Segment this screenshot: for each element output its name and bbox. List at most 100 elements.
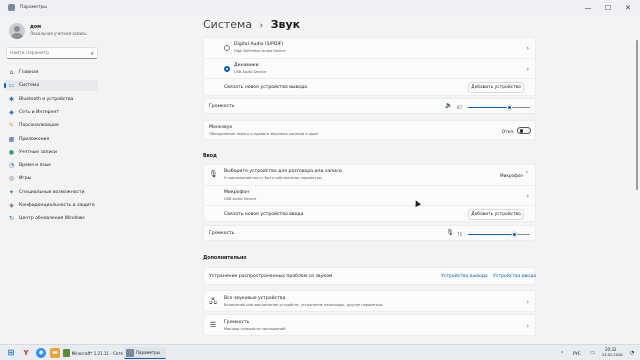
accessibility-icon: ✦ — [8, 188, 15, 196]
yandex-browser-icon[interactable]: Y — [21, 348, 31, 358]
scrollbar[interactable] — [636, 40, 638, 190]
settings-app-icon — [8, 4, 15, 11]
troubleshoot-output-link[interactable]: Устройства вывода — [441, 274, 488, 279]
sidebar-item-label: Учетные записи — [19, 149, 57, 155]
clock-date[interactable]: 23.02.2026 — [602, 353, 623, 357]
page-title: Звук — [270, 18, 301, 31]
sidebar-item-personalization[interactable]: ✎ Персонализация — [4, 120, 98, 131]
sidebar-item-network[interactable]: ◆ Сеть и Интернет — [4, 107, 98, 118]
sidebar-item-privacy[interactable]: ◈ Конфиденциальность и защита — [4, 200, 98, 211]
minimize-button[interactable]: — — [580, 2, 596, 14]
choose-input-label: Выберите устройство для разговора или за… — [224, 169, 342, 174]
notifications-icon[interactable]: ◔ — [630, 350, 634, 356]
output-devices-card: Digital Audio (S/PDIF) High Definition A… — [203, 37, 536, 96]
file-explorer-icon[interactable]: ▬ — [50, 348, 60, 358]
sidebar-item-accessibility[interactable]: ✦ Специальные возможности — [4, 187, 98, 198]
output-device-radio-spdif[interactable] — [224, 45, 230, 51]
taskbar-app-label: Параметры — [136, 350, 160, 355]
taskbar-app-label: Minecraft* 1.21.11 - Сете — [71, 350, 123, 356]
pair-output-label: Связать новое устройство вывода — [224, 85, 308, 90]
sidebar-item-label: Приложения — [19, 136, 50, 142]
mono-audio-toggle[interactable] — [517, 127, 531, 134]
input-device-sub: USB Audio Device — [224, 197, 257, 201]
mono-audio-state: Откл. — [502, 129, 515, 134]
main-content: Система › Звук Digital Audio (S/PDIF) Hi… — [104, 16, 640, 344]
clock-time[interactable]: 20:32 — [605, 347, 617, 352]
add-input-device-button[interactable]: Добавить устройство — [468, 209, 524, 220]
output-device-radio-speakers[interactable] — [224, 66, 230, 72]
input-devices-card: 🎙 Выберите устройство для разговора или … — [203, 164, 536, 222]
language-indicator[interactable]: РУС — [573, 351, 581, 356]
choose-input-row[interactable]: 🎙 Выберите устройство для разговора или … — [204, 165, 535, 185]
all-sound-devices-card[interactable]: 🖧 Все звуковые устройства Включение или … — [203, 290, 536, 312]
user-name: дом — [30, 25, 42, 30]
volume-mixer-label: Громкость — [224, 320, 250, 325]
taskbar-app-settings[interactable]: Параметры — [124, 347, 166, 359]
accounts-icon: ● — [8, 148, 15, 156]
troubleshoot-input-link[interactable]: Устройства ввода — [493, 274, 536, 279]
sidebar-item-label: Конфиденциальность и защита — [19, 203, 95, 208]
network-icon[interactable]: ▭ — [590, 350, 595, 356]
add-output-device-button[interactable]: Добавить устройство — [468, 82, 524, 93]
settings-gear-icon — [126, 348, 134, 357]
sidebar-item-apps[interactable]: ▦ Приложения — [4, 134, 98, 145]
speaker-icon[interactable]: 🔈 — [445, 102, 453, 110]
gaming-icon: ◎ — [8, 175, 15, 183]
breadcrumb-parent[interactable]: Система — [203, 18, 252, 31]
breadcrumb-separator: › — [259, 21, 264, 31]
taskbar-app-minecraft[interactable]: Minecraft* 1.21.11 - Сете — [63, 347, 123, 359]
output-volume-fill — [468, 106, 510, 108]
troubleshoot-card: Устранение распространенных проблем со з… — [203, 267, 536, 285]
input-volume-card: Громкость 🎙 75 — [203, 225, 536, 241]
pair-input-label: Связать новое устройство ввода — [224, 212, 304, 217]
volume-mixer-card[interactable]: ☰ Громкость Микшер громкости приложений … — [203, 314, 536, 336]
chevron-right-icon: › — [526, 323, 529, 330]
apps-icon: ▦ — [8, 135, 15, 143]
privacy-icon: ◈ — [9, 202, 14, 209]
sidebar-item-label: Время и язык — [19, 163, 51, 169]
sidebar-item-label: Центр обновления Windows — [19, 216, 85, 222]
sidebar-item-label: Система — [19, 83, 40, 89]
sidebar-item-bluetooth[interactable]: ✱ Bluetooth и устройства — [4, 94, 98, 105]
network-icon: ◆ — [9, 108, 14, 116]
mono-audio-label: Монозвук — [209, 125, 233, 130]
time-icon: ◔ — [8, 162, 15, 170]
close-button[interactable]: ✕ — [620, 2, 636, 14]
choose-input-value: Микрофон — [500, 173, 523, 178]
mono-audio-card: Монозвук Объединение левого и правого зв… — [203, 120, 536, 140]
output-volume-card: Громкость 🔈 67 — [203, 98, 536, 114]
sidebar-item-gaming[interactable]: ◎ Игры — [4, 173, 98, 184]
start-icon[interactable]: ⊞ — [6, 348, 16, 358]
avatar[interactable] — [9, 23, 25, 39]
output-volume-thumb[interactable] — [507, 104, 513, 110]
sidebar-item-home[interactable]: ⌂ Главная — [4, 67, 98, 78]
microphone-icon[interactable]: 🎙 — [446, 229, 454, 237]
pair-output-row: Связать новое устройство вывода Добавить… — [204, 78, 535, 96]
system-icon: ▭ — [8, 82, 15, 90]
search-icon[interactable]: ⌕ — [91, 50, 94, 58]
input-volume-thumb[interactable] — [512, 231, 517, 237]
browser-icon[interactable]: ◉ — [36, 348, 46, 358]
sidebar-item-system[interactable]: ▭ Система — [4, 80, 98, 92]
sidebar-item-label: Персонализация — [19, 123, 59, 129]
advanced-section-heading: Дополнительно — [203, 256, 247, 261]
sidebar-item-update[interactable]: ↻ Центр обновления Windows — [4, 213, 98, 224]
chevron-right-icon: › — [526, 193, 529, 200]
sidebar-item-time[interactable]: ◔ Время и язык — [4, 160, 98, 171]
search-box[interactable]: ⌕ — [6, 47, 98, 59]
all-devices-label: Все звуковые устройства — [224, 296, 286, 301]
input-device-row[interactable]: Микрофон USB Audio Device › — [204, 185, 535, 205]
maximize-button[interactable]: ☐ — [600, 2, 616, 14]
chevron-right-icon: › — [526, 66, 529, 73]
chevron-up-icon[interactable]: ⌃ — [525, 171, 529, 177]
output-volume-label: Громкость — [209, 104, 235, 109]
sidebar-item-accounts[interactable]: ● Учетные записи — [4, 147, 98, 158]
output-device-row-speakers[interactable]: Динамики USB Audio Device › — [204, 58, 535, 78]
output-device-row-spdif[interactable]: Digital Audio (S/PDIF) High Definition A… — [204, 38, 535, 58]
tray-chevron-icon[interactable]: ⌃ — [560, 351, 564, 357]
search-input[interactable] — [10, 49, 88, 58]
window-title: Параметры — [20, 5, 47, 10]
sidebar-item-label: Специальные возможности — [19, 189, 85, 195]
sidebar-item-label: Игры — [19, 176, 32, 182]
update-icon: ↻ — [8, 215, 15, 223]
